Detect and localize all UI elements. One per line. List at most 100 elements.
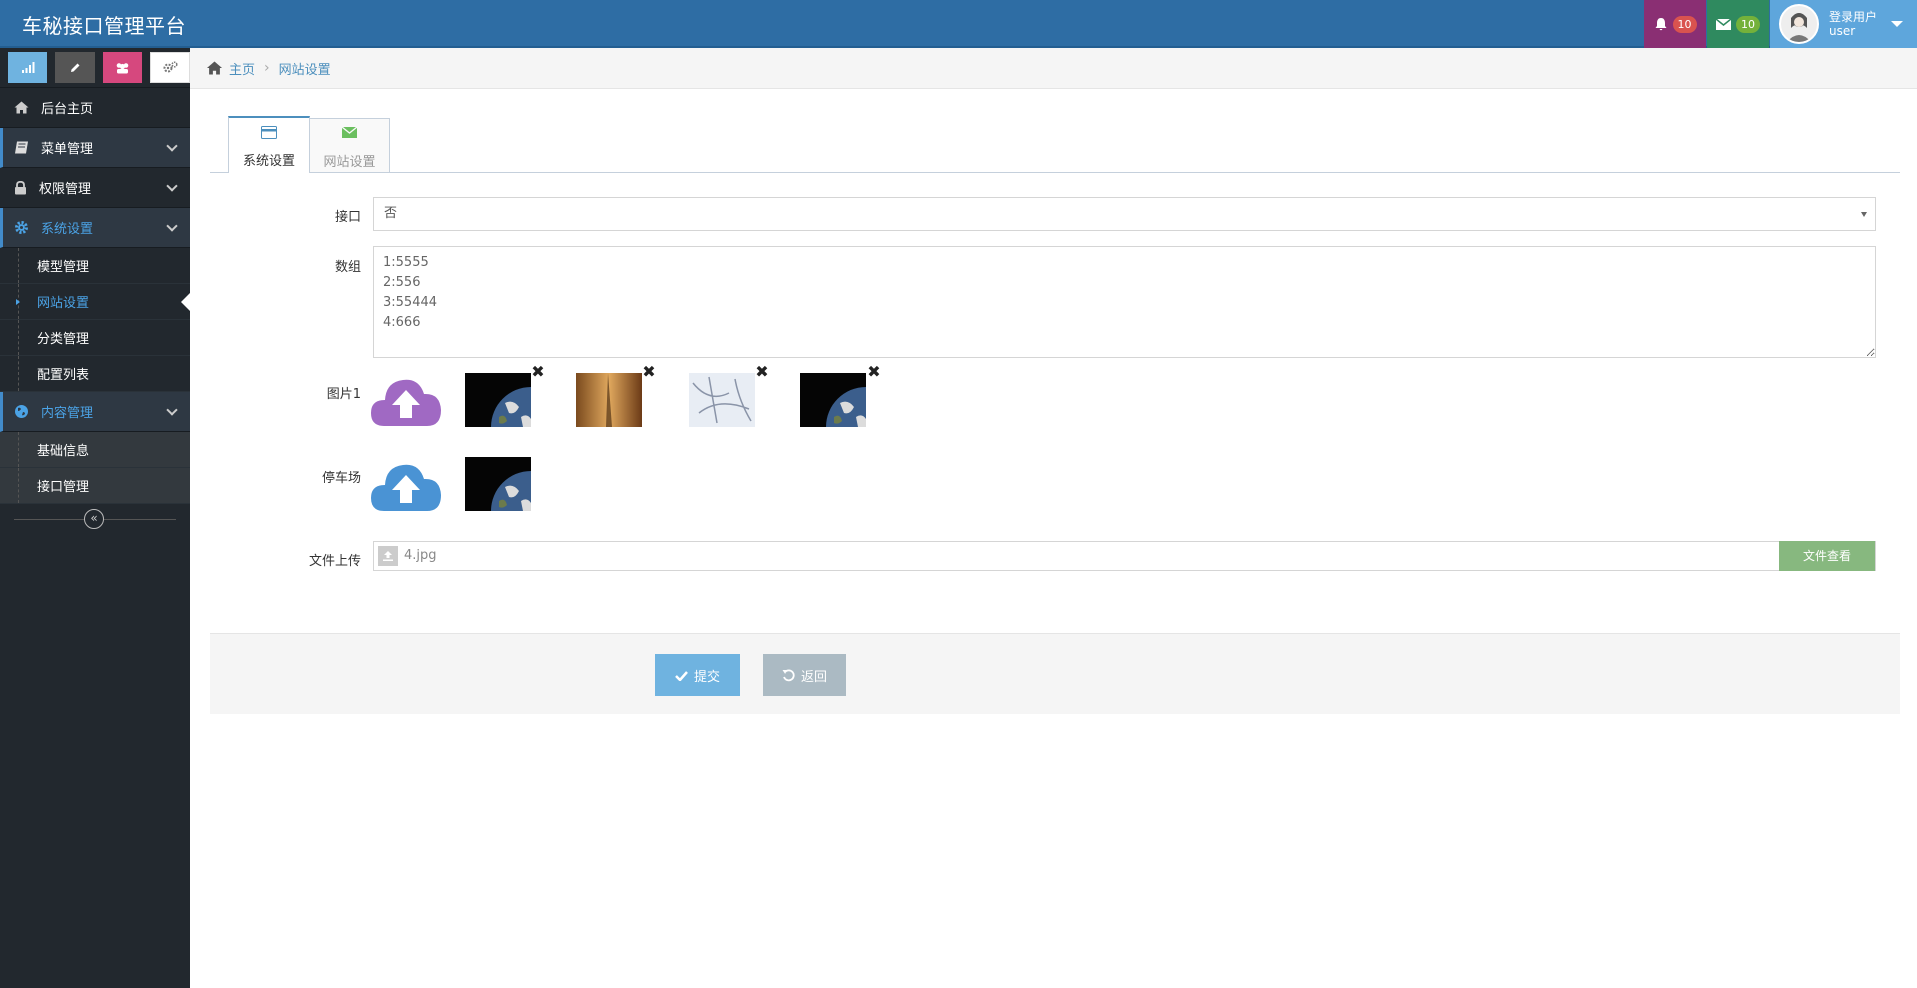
- notifications-button[interactable]: 10: [1644, 0, 1706, 48]
- user-menu[interactable]: 登录用户 user: [1770, 0, 1917, 48]
- sidebar-subitem-config-list[interactable]: 配置列表: [0, 356, 190, 392]
- shortcut-settings[interactable]: [150, 52, 191, 83]
- upload-file-icon: [378, 546, 398, 566]
- user-label: 登录用户: [1829, 10, 1878, 24]
- book-icon: [15, 141, 28, 154]
- breadcrumb: 主页 › 网站设置: [190, 48, 1917, 89]
- sidebar-item-menu-management[interactable]: 菜单管理: [0, 128, 190, 168]
- file-name: 4.jpg: [404, 548, 437, 563]
- sidebar: 后台主页 菜单管理 权限管理 系统设置 模型管理 网站设置 分类管理 配置列表 …: [0, 48, 191, 988]
- warm-abstract-image: [576, 373, 642, 427]
- form-actions: 提交 返回: [210, 633, 1900, 714]
- tab-system-settings[interactable]: 系统设置: [228, 116, 310, 173]
- double-angle-left-icon[interactable]: «: [84, 509, 104, 529]
- home-icon: [206, 61, 223, 75]
- pencil-icon: [71, 63, 80, 72]
- tab-label: 系统设置: [242, 154, 295, 169]
- sidebar-collapse[interactable]: «: [0, 504, 190, 534]
- earth-image: [800, 373, 866, 427]
- parking-thumbnail-1[interactable]: [465, 457, 531, 511]
- home-icon: [14, 101, 29, 114]
- image1-thumbnail-3[interactable]: [689, 373, 755, 427]
- messages-badge: 10: [1736, 15, 1760, 33]
- interface-label: 接口: [334, 210, 361, 225]
- chevron-down-icon: [166, 404, 178, 416]
- sidebar-subitem-models[interactable]: 模型管理: [0, 248, 190, 284]
- signal-icon: [21, 61, 35, 73]
- image1-thumbnail-1[interactable]: [465, 373, 531, 427]
- chevron-down-icon: [166, 220, 178, 232]
- avatar: [1779, 4, 1819, 44]
- back-label: 返回: [800, 669, 827, 685]
- bell-icon: [1655, 17, 1666, 30]
- globe-icon: [15, 405, 28, 418]
- image1-thumbnail-4[interactable]: [800, 373, 866, 427]
- sidebar-item-content-management[interactable]: 内容管理: [0, 392, 190, 432]
- file-upload-label: 文件上传: [308, 554, 361, 569]
- sidebar-item-label: 系统设置: [41, 222, 94, 237]
- image1-label: 图片1: [326, 387, 361, 402]
- cogs-icon: [163, 61, 178, 73]
- remove-image-1-icon[interactable]: ✖: [530, 364, 546, 380]
- tab-label: 网站设置: [323, 155, 376, 170]
- remove-image-4-icon[interactable]: ✖: [866, 364, 882, 380]
- chevron-down-icon: [166, 180, 178, 192]
- remove-image-3-icon[interactable]: ✖: [754, 364, 770, 380]
- interface-select-value: 否: [384, 206, 398, 221]
- user-name: user: [1829, 24, 1856, 38]
- sidebar-item-permissions[interactable]: 权限管理: [0, 168, 190, 208]
- remove-image-2-icon[interactable]: ✖: [641, 364, 657, 380]
- back-button[interactable]: 返回: [763, 654, 846, 696]
- credit-card-icon: [261, 126, 277, 139]
- sidebar-subitem-categories[interactable]: 分类管理: [0, 320, 190, 356]
- sidebar-subitem-label: 模型管理: [37, 260, 90, 275]
- submit-label: 提交: [693, 669, 720, 685]
- sidebar-subitem-interfaces[interactable]: 接口管理: [0, 468, 190, 504]
- array-label: 数组: [334, 260, 361, 275]
- undo-icon: [782, 668, 795, 681]
- tab-website-settings[interactable]: 网站设置: [309, 118, 390, 173]
- image1-upload-button[interactable]: [370, 370, 442, 430]
- messages-button[interactable]: 10: [1707, 0, 1769, 48]
- active-pointer-icon: [181, 293, 190, 311]
- shortcut-stats[interactable]: [8, 52, 48, 83]
- file-view-button[interactable]: 文件查看: [1779, 541, 1875, 571]
- select-arrow-icon: [1861, 212, 1867, 217]
- sidebar-subitem-basic-info[interactable]: 基础信息: [0, 432, 190, 468]
- sidebar-subitem-website-settings[interactable]: 网站设置: [0, 284, 190, 320]
- sidebar-shortcuts: [0, 48, 191, 88]
- cloud-upload-icon: [371, 379, 441, 426]
- sidebar-item-label: 内容管理: [41, 406, 94, 421]
- breadcrumb-current[interactable]: 网站设置: [279, 59, 331, 78]
- sketch-image: [689, 373, 755, 427]
- sidebar-item-label: 权限管理: [39, 182, 92, 197]
- sidebar-subitem-label: 配置列表: [37, 368, 90, 383]
- notifications-badge: 10: [1672, 15, 1697, 33]
- tab-underline: [210, 172, 1900, 173]
- lock-icon: [15, 180, 26, 194]
- shortcut-edit[interactable]: [55, 52, 95, 83]
- sidebar-subitem-label: 接口管理: [37, 480, 90, 495]
- sidebar-item-label: 菜单管理: [41, 142, 94, 157]
- sidebar-subitem-label: 分类管理: [37, 332, 90, 347]
- shortcut-users[interactable]: [102, 52, 143, 83]
- parking-upload-button[interactable]: [370, 455, 442, 515]
- sidebar-item-dashboard[interactable]: 后台主页: [0, 88, 190, 128]
- image1-thumbnail-2[interactable]: [576, 373, 642, 427]
- breadcrumb-home-link[interactable]: 主页: [229, 59, 255, 78]
- chevron-down-icon: [166, 140, 178, 152]
- submit-button[interactable]: 提交: [655, 654, 740, 696]
- sidebar-subitem-label: 网站设置: [37, 296, 90, 311]
- envelope-icon: [1716, 18, 1731, 30]
- active-dot-icon: [16, 299, 20, 305]
- sidebar-item-system-settings[interactable]: 系统设置: [0, 208, 190, 248]
- earth-image: [465, 457, 531, 511]
- sidebar-subitem-label: 基础信息: [37, 444, 90, 459]
- array-textarea[interactable]: 1:5555 2:556 3:55444 4:666: [373, 246, 1876, 358]
- brand-title[interactable]: 车秘接口管理平台: [22, 10, 186, 39]
- file-upload-input[interactable]: 4.jpg 文件查看: [373, 541, 1876, 571]
- breadcrumb-separator: ›: [264, 60, 270, 76]
- earth-image: [465, 373, 531, 427]
- interface-select[interactable]: 否: [373, 197, 1876, 231]
- parking-label: 停车场: [321, 471, 361, 486]
